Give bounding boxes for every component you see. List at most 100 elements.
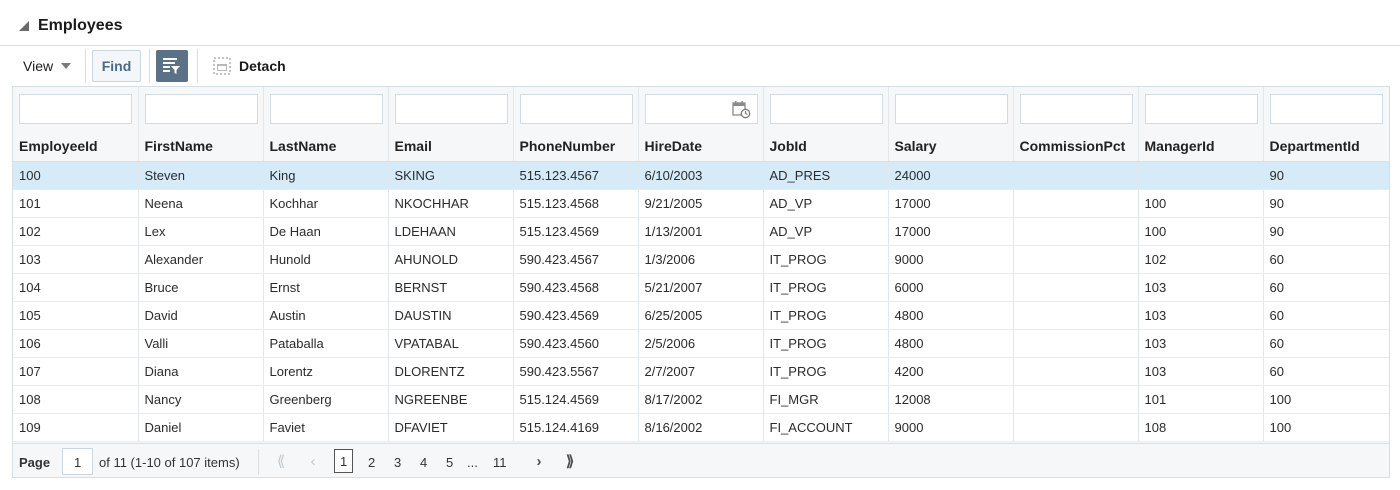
column-header[interactable]: Email bbox=[388, 131, 514, 162]
filter-cell bbox=[13, 87, 139, 131]
table-cell: IT_PROG bbox=[763, 273, 889, 302]
table-cell: 100 bbox=[1138, 189, 1264, 218]
find-button[interactable]: Find bbox=[92, 50, 141, 82]
page-link[interactable]: 3 bbox=[394, 455, 401, 470]
column-header[interactable]: ManagerId bbox=[1138, 131, 1264, 162]
table-cell: 4200 bbox=[888, 357, 1014, 386]
table-cell: 1/13/2001 bbox=[638, 217, 764, 246]
table-cell: 90 bbox=[1263, 217, 1389, 246]
filter-cell bbox=[388, 87, 514, 131]
table-cell: King bbox=[263, 161, 389, 190]
filter-input-commissionpct[interactable] bbox=[1019, 94, 1133, 124]
table-cell: David bbox=[138, 301, 264, 330]
page-link[interactable]: 5 bbox=[446, 455, 453, 470]
table-cell: AD_VP bbox=[763, 189, 889, 218]
query-by-example-button[interactable] bbox=[156, 50, 188, 82]
table-cell: 1/3/2006 bbox=[638, 245, 764, 274]
table-cell: 103 bbox=[1138, 329, 1264, 358]
filter-input-employeeid[interactable] bbox=[19, 94, 132, 124]
filter-input-lastname[interactable] bbox=[269, 94, 383, 124]
page-label: Page bbox=[19, 455, 51, 470]
filter-input-jobid[interactable] bbox=[769, 94, 883, 124]
table-cell: 590.423.4568 bbox=[513, 273, 639, 302]
table-cell: 102 bbox=[1138, 245, 1264, 274]
column-header[interactable]: LastName bbox=[263, 131, 389, 162]
employees-table: EmployeeId FirstName LastName Email PhoneNum… bbox=[12, 86, 1390, 478]
column-header[interactable]: Salary bbox=[888, 131, 1014, 162]
table-cell: Bruce bbox=[138, 273, 264, 302]
view-menu[interactable]: View bbox=[23, 58, 72, 74]
filter-cell bbox=[638, 87, 764, 131]
table-cell: 60 bbox=[1263, 357, 1389, 386]
filter-input-managerid[interactable] bbox=[1144, 94, 1258, 124]
table-cell: Alexander bbox=[138, 245, 264, 274]
table-cell: Greenberg bbox=[263, 385, 389, 414]
page-link-current[interactable]: 1 bbox=[334, 449, 354, 473]
filter-cell bbox=[1138, 87, 1264, 131]
page-link[interactable]: 4 bbox=[420, 455, 427, 470]
detach-button[interactable]: Detach bbox=[213, 55, 286, 77]
column-header[interactable]: HireDate bbox=[638, 131, 764, 162]
filter-input-hiredate[interactable] bbox=[644, 94, 758, 124]
table-cell: 2/5/2006 bbox=[638, 329, 764, 358]
table-cell: Valli bbox=[138, 329, 264, 358]
table-cell bbox=[1138, 161, 1264, 190]
table-cell: 515.124.4569 bbox=[513, 385, 639, 414]
filter-cell bbox=[513, 87, 639, 131]
page-link[interactable]: 2 bbox=[368, 455, 375, 470]
page-link-last[interactable]: 11 bbox=[493, 455, 507, 470]
filter-cell bbox=[763, 87, 889, 131]
detach-label: Detach bbox=[239, 58, 286, 74]
column-header[interactable]: PhoneNumber bbox=[513, 131, 639, 162]
table-row[interactable]: 103 Alexander Hunold AHUNOLD 590.423.4567 1/3… bbox=[13, 245, 1389, 274]
filter-input-departmentid[interactable] bbox=[1269, 94, 1383, 124]
table-row[interactable]: 100 Steven King SKING 515.123.4567 6/10/2003 A… bbox=[13, 161, 1389, 190]
toolbar: View Find Detach bbox=[0, 47, 1400, 85]
previous-page-icon[interactable]: ‹ bbox=[304, 453, 322, 471]
table-row[interactable]: 105 David Austin DAUSTIN 590.423.4569 6/25/20… bbox=[13, 301, 1389, 330]
table-cell bbox=[1013, 245, 1139, 274]
table-row[interactable]: 102 Lex De Haan LDEHAAN 515.123.4569 1/13/200… bbox=[13, 217, 1389, 246]
table-cell: Austin bbox=[263, 301, 389, 330]
filter-input-phonenumber[interactable] bbox=[519, 94, 633, 124]
filter-input-salary[interactable] bbox=[894, 94, 1008, 124]
table-cell: 90 bbox=[1263, 161, 1389, 190]
filter-cell bbox=[138, 87, 264, 131]
table-cell: 108 bbox=[13, 385, 139, 414]
toolbar-divider bbox=[149, 49, 150, 83]
next-page-icon[interactable]: › bbox=[530, 453, 548, 471]
collapse-triangle-icon[interactable] bbox=[19, 21, 29, 31]
calendar-icon[interactable] bbox=[731, 99, 751, 119]
table-cell: Pataballa bbox=[263, 329, 389, 358]
table-row[interactable]: 107 Diana Lorentz DLORENTZ 590.423.5567 2/7/2… bbox=[13, 357, 1389, 386]
table-cell: 103 bbox=[13, 245, 139, 274]
table-row[interactable]: 106 Valli Pataballa VPATABAL 590.423.4560 2/5… bbox=[13, 329, 1389, 358]
column-header[interactable]: EmployeeId bbox=[13, 131, 139, 162]
table-cell: 515.123.4569 bbox=[513, 217, 639, 246]
table-cell: 108 bbox=[1138, 413, 1264, 442]
table-cell: 515.123.4568 bbox=[513, 189, 639, 218]
filter-input-firstname[interactable] bbox=[144, 94, 258, 124]
first-page-icon[interactable]: ⟪ bbox=[272, 453, 290, 471]
table-row[interactable]: 101 Neena Kochhar NKOCHHAR 515.123.4568 9/21/… bbox=[13, 189, 1389, 218]
table-row[interactable]: 109 Daniel Faviet DFAVIET 515.124.4169 8/16/2… bbox=[13, 413, 1389, 442]
last-page-icon[interactable]: ⟫ bbox=[561, 453, 579, 471]
column-header[interactable]: CommissionPct bbox=[1013, 131, 1139, 162]
table-cell bbox=[1013, 385, 1139, 414]
table-cell: 106 bbox=[13, 329, 139, 358]
column-header[interactable]: DepartmentId bbox=[1263, 131, 1389, 162]
table-row[interactable]: 108 Nancy Greenberg NGREENBE 515.124.4569 8/1… bbox=[13, 385, 1389, 414]
pagination-bar: Page 1 of 11 (1-10 of 107 items) ⟪ ‹ 1 2… bbox=[13, 443, 1389, 477]
filter-input-email[interactable] bbox=[394, 94, 508, 124]
table-cell: 101 bbox=[13, 189, 139, 218]
table-cell: 5/21/2007 bbox=[638, 273, 764, 302]
column-header[interactable]: FirstName bbox=[138, 131, 264, 162]
toolbar-divider bbox=[197, 49, 198, 83]
column-header[interactable]: JobId bbox=[763, 131, 889, 162]
column-header-row: EmployeeId FirstName LastName Email PhoneNum… bbox=[13, 131, 1389, 162]
table-row[interactable]: 104 Bruce Ernst BERNST 590.423.4568 5/21/2007… bbox=[13, 273, 1389, 302]
table-cell: 590.423.4560 bbox=[513, 329, 639, 358]
table-cell: NKOCHHAR bbox=[388, 189, 514, 218]
page-number-input[interactable]: 1 bbox=[62, 448, 93, 475]
table-cell: Steven bbox=[138, 161, 264, 190]
